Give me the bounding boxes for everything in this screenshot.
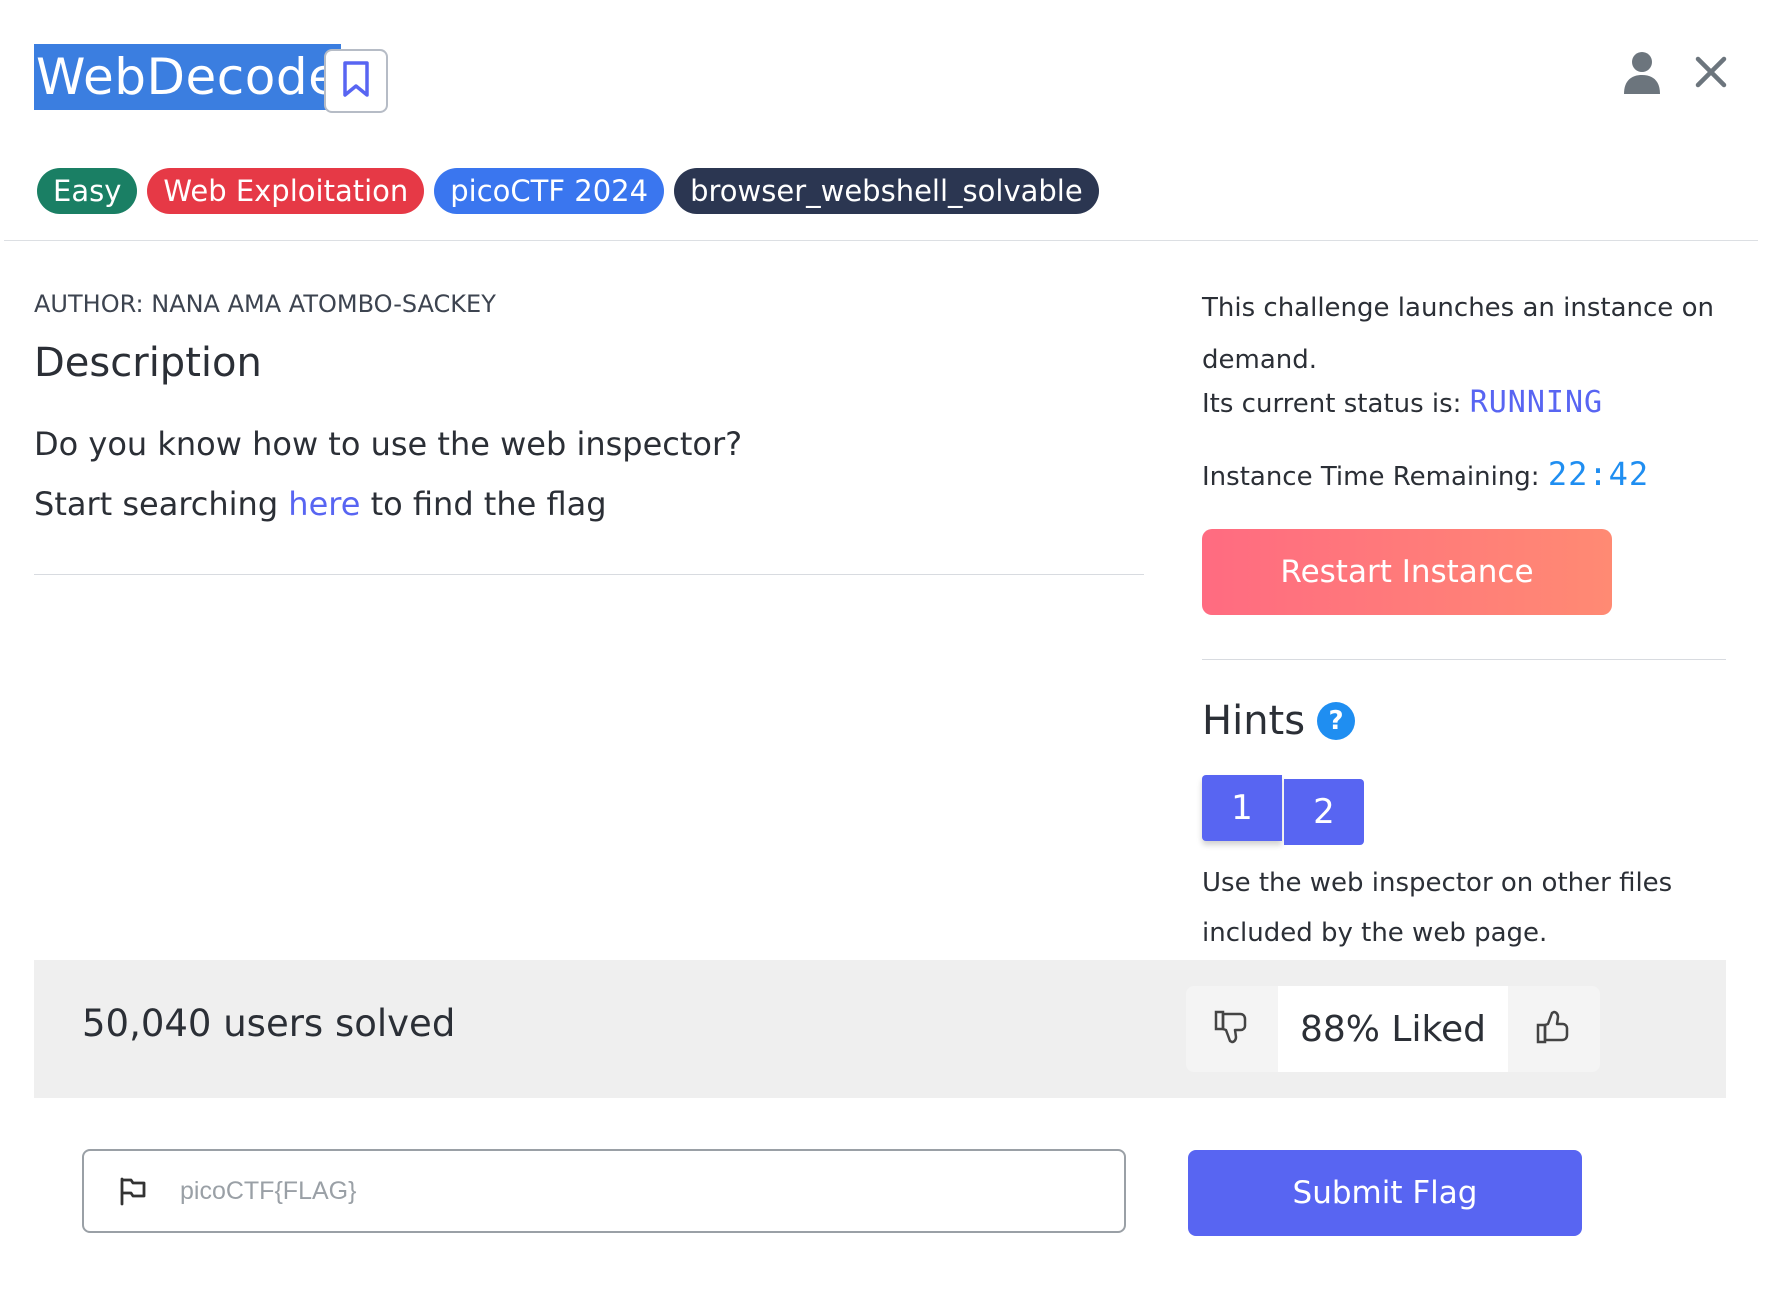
instance-status-line: Its current status is: RUNNING bbox=[1202, 385, 1603, 420]
description-text: Do you know how to use the web inspector… bbox=[34, 425, 743, 463]
bookmark-icon bbox=[341, 60, 371, 102]
hint-tabs: 1 2 bbox=[1202, 775, 1364, 845]
description-link-line: Start searching here to find the flag bbox=[34, 485, 607, 523]
thumbs-up-icon bbox=[1536, 1010, 1572, 1048]
flag-input[interactable] bbox=[178, 1175, 1124, 1207]
flag-input-container bbox=[82, 1149, 1126, 1233]
thumbs-down-icon bbox=[1214, 1010, 1250, 1048]
tag-difficulty[interactable]: Easy bbox=[37, 168, 138, 214]
challenge-title: WebDecode bbox=[34, 44, 342, 110]
challenge-modal: WebDecode Easy Web Exploitation picoCTF … bbox=[0, 0, 1770, 1304]
hint-tab-2[interactable]: 2 bbox=[1284, 779, 1364, 845]
flag-icon bbox=[118, 1176, 148, 1206]
hint-tab-1[interactable]: 1 bbox=[1202, 775, 1282, 841]
hint-content: Use the web inspector on other files inc… bbox=[1202, 868, 1673, 948]
description-heading: Description bbox=[34, 340, 262, 386]
like-widget: 88% Liked bbox=[1186, 986, 1600, 1072]
time-remaining-value: 22:42 bbox=[1547, 455, 1650, 493]
time-label: Instance Time Remaining: bbox=[1202, 462, 1548, 492]
help-icon[interactable]: ? bbox=[1317, 702, 1356, 740]
hints-heading-row: Hints ? bbox=[1202, 698, 1356, 744]
instance-divider bbox=[1202, 659, 1726, 660]
solved-count: 50,040 users solved bbox=[82, 1002, 456, 1045]
liked-percentage: 88% Liked bbox=[1278, 986, 1508, 1072]
tag-event[interactable]: picoCTF 2024 bbox=[434, 168, 665, 214]
status-label: Its current status is: bbox=[1202, 389, 1470, 419]
tag-category[interactable]: Web Exploitation bbox=[147, 168, 425, 214]
dislike-button[interactable] bbox=[1186, 986, 1278, 1072]
description-suffix: to find the flag bbox=[360, 485, 607, 523]
author-line: AUTHOR: NANA AMA ATOMBO-SACKEY bbox=[34, 290, 496, 318]
instance-launch-text: This challenge launches an instance on d… bbox=[1202, 293, 1714, 375]
description-prefix: Start searching bbox=[34, 485, 289, 523]
status-value: RUNNING bbox=[1469, 385, 1604, 420]
header-actions bbox=[1622, 50, 1728, 98]
bookmark-button[interactable] bbox=[324, 49, 388, 113]
like-button[interactable] bbox=[1508, 986, 1600, 1072]
tag-browser-webshell[interactable]: browser_webshell_solvable bbox=[674, 168, 1099, 214]
hints-heading: Hints bbox=[1202, 698, 1306, 744]
tag-list: Easy Web Exploitation picoCTF 2024 brows… bbox=[37, 168, 1099, 214]
description-here-link[interactable]: here bbox=[288, 485, 360, 523]
restart-instance-button[interactable]: Restart Instance bbox=[1202, 529, 1612, 615]
header-divider bbox=[4, 240, 1758, 241]
description-divider bbox=[34, 574, 1144, 575]
user-icon[interactable] bbox=[1622, 50, 1662, 98]
instance-time-line: Instance Time Remaining: 22:42 bbox=[1202, 455, 1649, 493]
submit-flag-button[interactable]: Submit Flag bbox=[1188, 1150, 1582, 1236]
stats-bar: 50,040 users solved 88% Liked bbox=[34, 960, 1726, 1098]
close-icon[interactable] bbox=[1694, 55, 1728, 93]
